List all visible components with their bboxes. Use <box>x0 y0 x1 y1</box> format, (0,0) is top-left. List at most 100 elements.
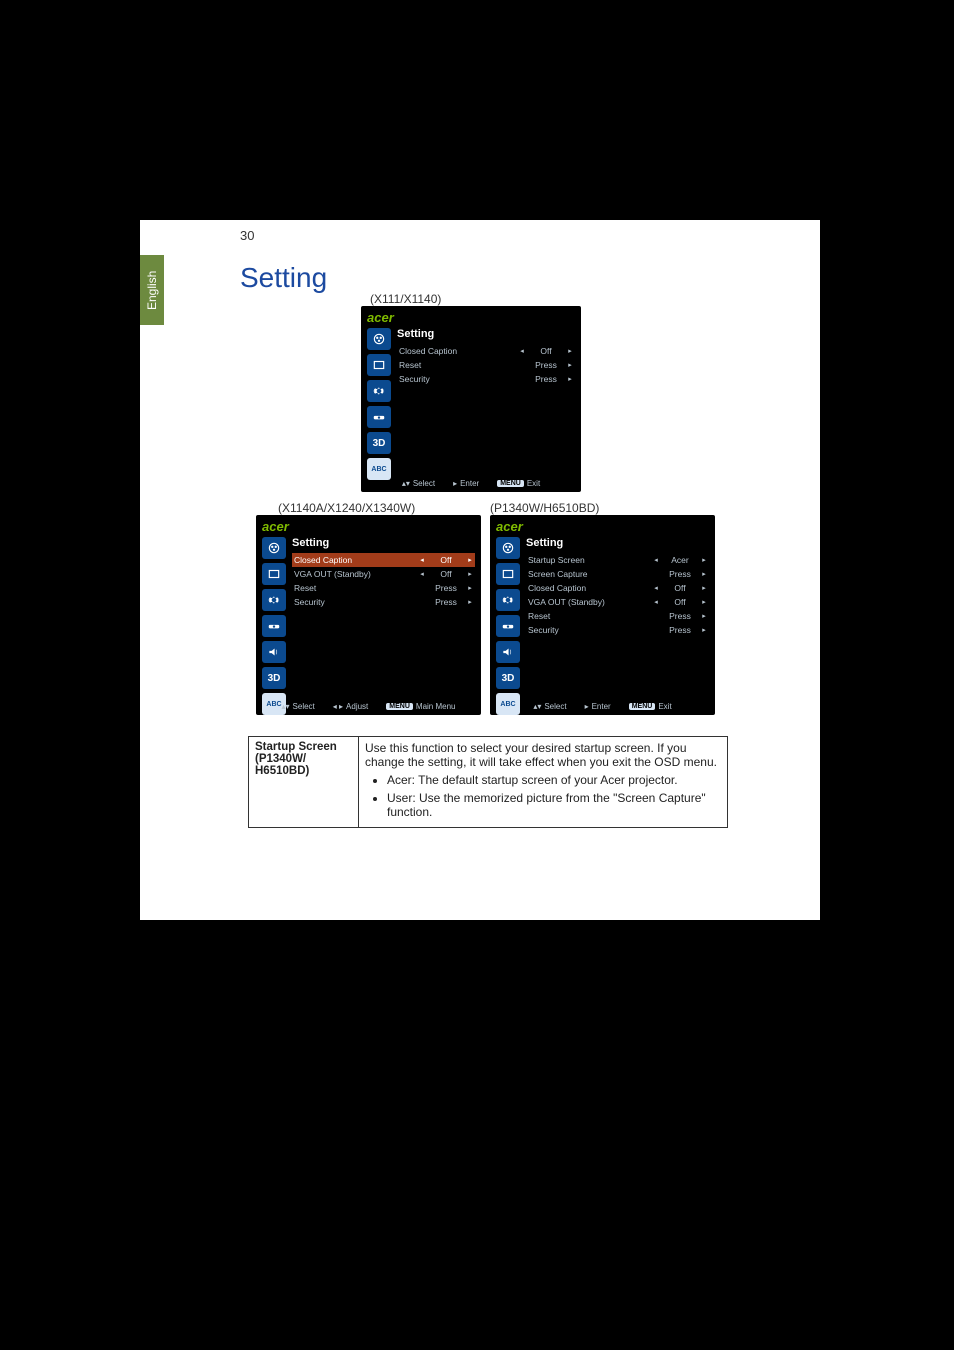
updown-icon: ▴▾ <box>402 479 410 488</box>
row-label: Security <box>292 597 417 607</box>
panel-title: Setting <box>526 537 709 549</box>
arrow-left-icon: ◂ <box>651 584 661 592</box>
osd-footer: ▴▾Select ◂ ▸Adjust MENUMain Menu <box>256 702 481 711</box>
osd-row: Screen CapturePress▸ <box>526 567 709 581</box>
description-table: Startup Screen (P1340W/ H6510BD) Use thi… <box>248 736 728 828</box>
osd-row: SecurityPress▸ <box>292 595 475 609</box>
osd-footer: ▴▾Select ▸Enter MENUExit <box>490 702 715 711</box>
osd-panel: Setting Closed Caption◂Off▸ VGA OUT (Sta… <box>292 537 475 609</box>
right-icon: ▸ <box>453 479 457 488</box>
arrow-right-icon: ▸ <box>465 556 475 564</box>
row-value: Off <box>661 583 699 593</box>
arrow-right-icon: ▸ <box>465 584 475 592</box>
osd-row: Closed Caption◂Off▸ <box>397 344 575 358</box>
osd-row-selected: Closed Caption◂Off▸ <box>292 553 475 567</box>
arrow-right-icon: ▸ <box>699 584 709 592</box>
row-value: Press <box>661 625 699 635</box>
language-tab-icon: ABC <box>367 458 391 480</box>
row-value: Press <box>427 597 465 607</box>
table-cell-description: Use this function to select your desired… <box>359 737 728 828</box>
osd-panel: Setting Closed Caption◂Off▸ ResetPress▸ … <box>397 328 575 386</box>
row-label: Closed Caption <box>292 555 417 565</box>
row-value: Press <box>661 569 699 579</box>
row-label: Startup Screen <box>526 555 651 565</box>
desc-bullet: User: Use the memorized picture from the… <box>387 791 721 819</box>
row-value: Off <box>661 597 699 607</box>
desc-bullet: Acer: The default startup screen of your… <box>387 773 721 787</box>
osd-screenshot-3: acer 3D ABC Setting Startup Screen◂Acer▸… <box>490 515 715 715</box>
row-value: Off <box>527 346 565 356</box>
footer-select: Select <box>413 479 435 488</box>
arrow-right-icon: ▸ <box>565 375 575 383</box>
image-tab-icon <box>262 563 286 585</box>
footer-enter: Enter <box>460 479 479 488</box>
arrow-right-icon: ▸ <box>699 626 709 634</box>
row-label: Closed Caption <box>397 346 517 356</box>
footer-exit: Exit <box>658 702 671 711</box>
brand-logo: acer <box>256 515 481 534</box>
arrow-right-icon: ▸ <box>699 598 709 606</box>
footer-select: Select <box>544 702 566 711</box>
row-label: Closed Caption <box>526 583 651 593</box>
audio-tab-icon <box>496 641 520 663</box>
osd-row: VGA OUT (Standby)◂Off▸ <box>292 567 475 581</box>
updown-icon: ▴▾ <box>282 702 290 711</box>
arrow-right-icon: ▸ <box>565 347 575 355</box>
footer-enter: Enter <box>592 702 611 711</box>
osd-footer: ▴▾Select ▸Enter MENUExit <box>361 479 581 488</box>
osd-row: VGA OUT (Standby)◂Off▸ <box>526 595 709 609</box>
image-tab-icon <box>367 354 391 376</box>
3d-tab-icon: 3D <box>496 667 520 689</box>
desc-intro: Use this function to select your desired… <box>365 741 721 769</box>
page-heading: Setting <box>240 262 327 294</box>
setting-tab-icon <box>367 380 391 402</box>
brand-logo: acer <box>490 515 715 534</box>
model-label-3: (P1340W/H6510BD) <box>490 501 599 515</box>
row-value: Press <box>527 374 565 384</box>
row-value: Off <box>427 555 465 565</box>
row-value: Acer <box>661 555 699 565</box>
row-label: VGA OUT (Standby) <box>292 569 417 579</box>
menu-badge: MENU <box>386 703 413 710</box>
osd-row: Startup Screen◂Acer▸ <box>526 553 709 567</box>
panel-title: Setting <box>292 537 475 549</box>
arrow-right-icon: ▸ <box>699 570 709 578</box>
page-number: 30 <box>240 228 254 243</box>
osd-row: Reset Press▸ <box>292 581 475 595</box>
arrow-right-icon: ▸ <box>699 612 709 620</box>
osd-row: Security Press▸ <box>397 372 575 386</box>
right-icon: ▸ <box>585 702 589 711</box>
osd-row: SecurityPress▸ <box>526 623 709 637</box>
row-label: Security <box>397 374 517 384</box>
table-row: Startup Screen (P1340W/ H6510BD) Use thi… <box>249 737 728 828</box>
row-value: Press <box>527 360 565 370</box>
arrow-right-icon: ▸ <box>699 556 709 564</box>
arrow-left-icon: ◂ <box>651 556 661 564</box>
arrow-left-icon: ◂ <box>651 598 661 606</box>
arrow-right-icon: ▸ <box>465 570 475 578</box>
row-value: Press <box>661 611 699 621</box>
arrow-left-icon: ◂ <box>417 570 427 578</box>
osd-screenshot-1: acer 3D ABC Setting Closed Caption◂Off▸ … <box>361 306 581 492</box>
osd-row: Reset Press▸ <box>397 358 575 372</box>
footer-adjust: Adjust <box>346 702 368 711</box>
setting-tab-icon <box>262 589 286 611</box>
arrow-left-icon: ◂ <box>417 556 427 564</box>
row-value: Press <box>427 583 465 593</box>
leftright-icon: ◂ ▸ <box>333 702 343 711</box>
3d-tab-icon: 3D <box>367 432 391 454</box>
row-value: Off <box>427 569 465 579</box>
row-label: Reset <box>397 360 517 370</box>
tab-column: 3D ABC <box>496 537 522 715</box>
row-label: Reset <box>292 583 417 593</box>
tab-column: 3D ABC <box>367 328 393 480</box>
tab-column: 3D ABC <box>262 537 288 715</box>
management-tab-icon <box>496 615 520 637</box>
arrow-left-icon: ◂ <box>517 347 527 355</box>
setting-tab-icon <box>496 589 520 611</box>
language-tab: English <box>140 255 164 325</box>
panel-title: Setting <box>397 328 575 340</box>
arrow-right-icon: ▸ <box>565 361 575 369</box>
model-label-1: (X111/X1140) <box>370 292 441 306</box>
osd-row: Closed Caption◂Off▸ <box>526 581 709 595</box>
